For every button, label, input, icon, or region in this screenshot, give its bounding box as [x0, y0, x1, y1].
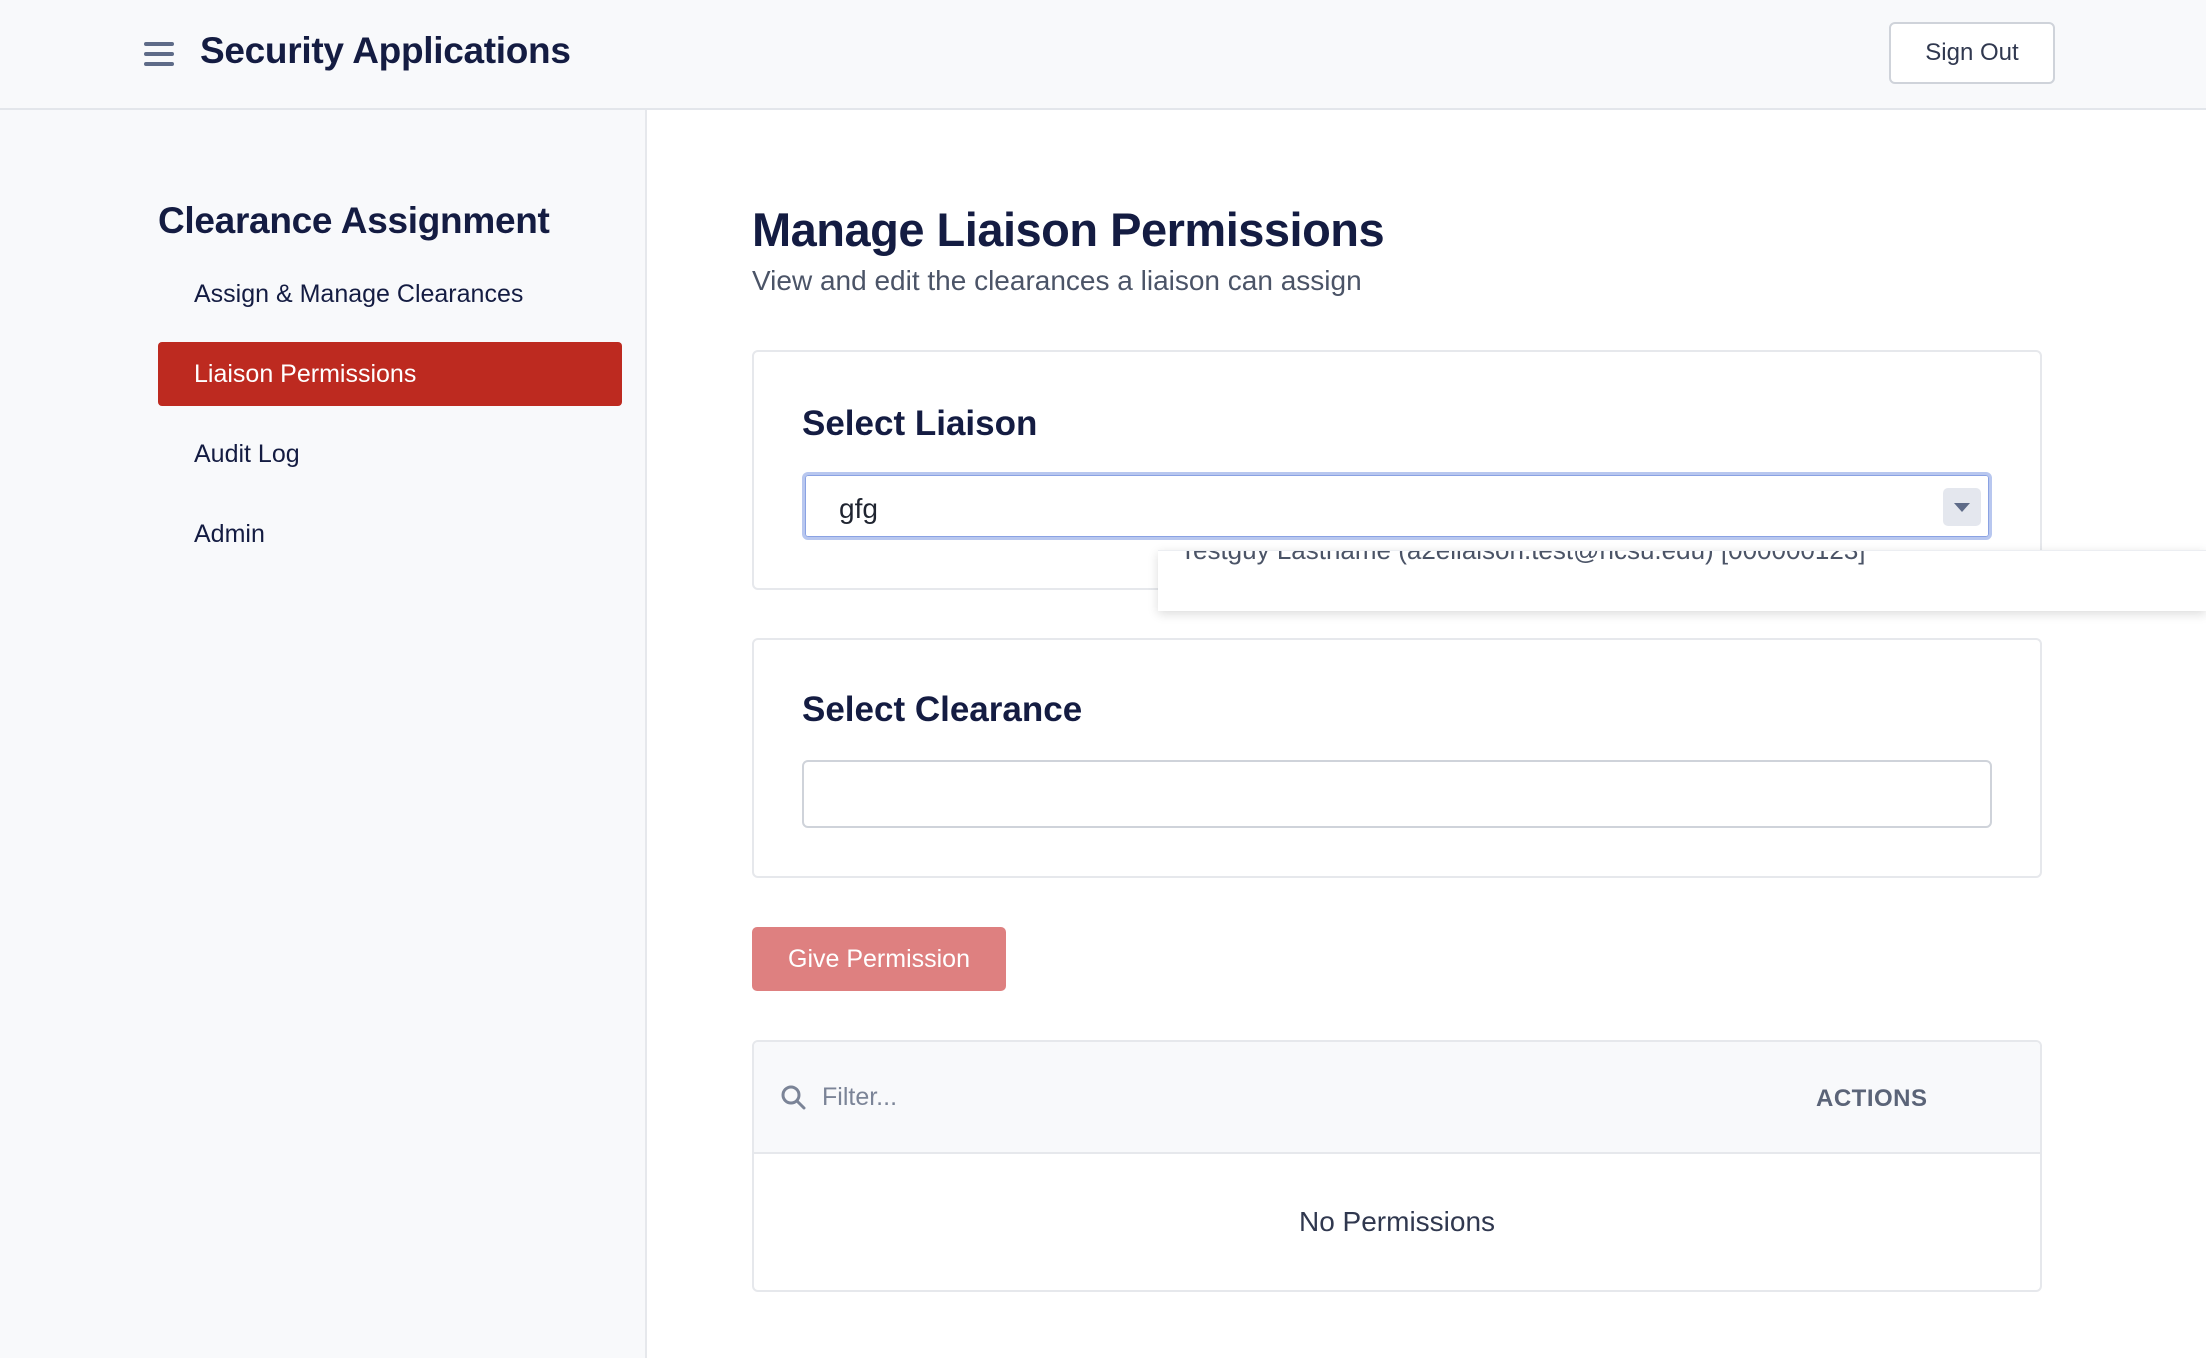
- liaison-dropdown-list: Testguy Lastname (a2eliaison.test@ncsu.e…: [1158, 550, 2206, 611]
- page-subtitle: View and edit the clearances a liaison c…: [752, 265, 1362, 296]
- page-title: Manage Liaison Permissions: [752, 203, 1385, 256]
- main-content: Manage Liaison Permissions View and edit…: [647, 110, 2206, 1358]
- sidebar-item-liaison-permissions[interactable]: Liaison Permissions: [158, 342, 622, 406]
- search-icon: [781, 1085, 806, 1110]
- liaison-select-value[interactable]: gfg: [839, 493, 878, 525]
- give-permission-button[interactable]: Give Permission: [752, 927, 1006, 991]
- table-header: ACTIONS: [754, 1042, 2040, 1154]
- liaison-select[interactable]: gfg: [802, 472, 1992, 540]
- app-title: Security Applications: [200, 30, 571, 71]
- top-header: Security Applications Sign Out: [0, 0, 2206, 110]
- actions-column-header: ACTIONS: [1816, 1085, 1928, 1112]
- filter-input[interactable]: [820, 1076, 1524, 1118]
- liaison-dropdown-option[interactable]: Testguy Lastname (a2eliaison.test@ncsu.e…: [1180, 551, 1866, 566]
- sidebar: Clearance Assignment Assign & Manage Cle…: [0, 110, 647, 1358]
- sidebar-title: Clearance Assignment: [158, 200, 550, 241]
- chevron-down-icon[interactable]: [1943, 488, 1981, 526]
- select-clearance-card: Select Clearance: [752, 638, 2042, 878]
- sign-out-button[interactable]: Sign Out: [1889, 22, 2055, 84]
- sidebar-item-assign-manage-clearances[interactable]: Assign & Manage Clearances: [158, 262, 622, 326]
- empty-table-message: No Permissions: [1298, 1206, 1496, 1237]
- select-clearance-title: Select Clearance: [802, 690, 1083, 729]
- sidebar-item-admin[interactable]: Admin: [158, 502, 622, 566]
- sidebar-item-audit-log[interactable]: Audit Log: [158, 422, 622, 486]
- hamburger-menu-icon[interactable]: [144, 40, 176, 68]
- permissions-table: ACTIONS No Permissions: [752, 1040, 2042, 1292]
- select-liaison-title: Select Liaison: [802, 404, 1038, 443]
- clearance-select[interactable]: [802, 760, 1992, 828]
